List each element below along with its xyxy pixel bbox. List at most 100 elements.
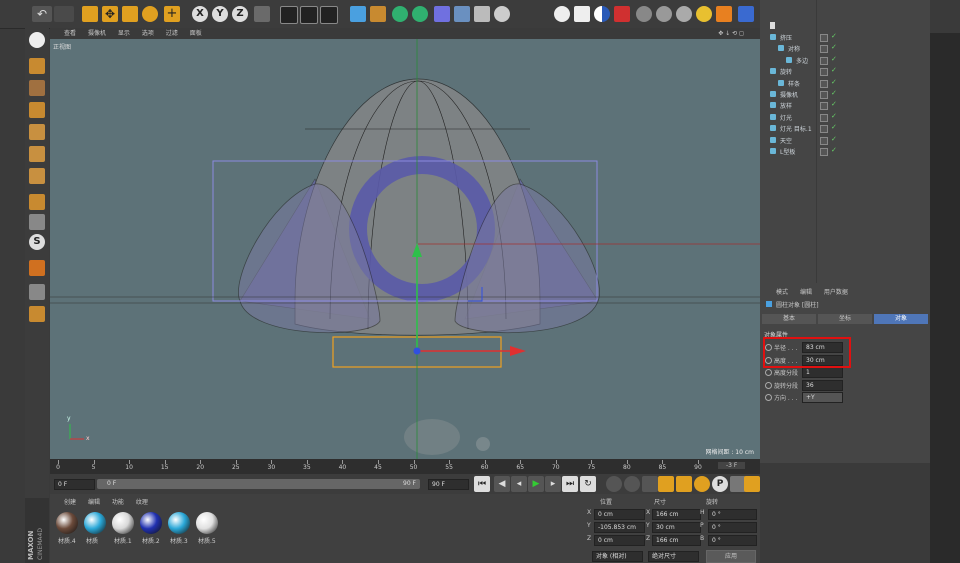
bulb-icon[interactable]: [716, 6, 732, 22]
apply-button[interactable]: 应用: [706, 550, 756, 563]
edges-mode-icon[interactable]: [29, 146, 45, 162]
param-radio-icon[interactable]: [765, 381, 772, 389]
axis-mode-icon[interactable]: [29, 194, 45, 210]
param-radio-icon[interactable]: [765, 369, 772, 376]
key-move-icon[interactable]: [658, 476, 674, 492]
object-item-label[interactable]: 对称: [788, 44, 800, 53]
rotate-icon[interactable]: [142, 6, 158, 22]
attr-menu-mode[interactable]: 模式: [776, 289, 788, 296]
record-icon[interactable]: [606, 476, 622, 492]
viewport-menu-options[interactable]: 选项: [142, 30, 154, 37]
viewport-menu-camera[interactable]: 摄像机: [88, 30, 106, 37]
autokey-icon[interactable]: [624, 476, 640, 492]
add-icon[interactable]: +: [164, 6, 180, 22]
viewport-menu-filter[interactable]: 过滤: [166, 30, 178, 37]
object-item-label[interactable]: 天空: [780, 136, 792, 145]
render-picture-icon[interactable]: [300, 6, 318, 24]
enabled-check-icon[interactable]: ✓: [831, 123, 837, 131]
viewport-menu-display[interactable]: 显示: [118, 30, 130, 37]
tab-object[interactable]: 对象: [874, 314, 928, 324]
key-param-icon[interactable]: P: [712, 476, 728, 492]
polygons-mode-icon[interactable]: [29, 168, 45, 184]
viewport-menu-view[interactable]: 查看: [64, 30, 76, 37]
coord-rot-field[interactable]: 0 °: [708, 535, 757, 546]
enabled-check-icon[interactable]: ✓: [831, 78, 837, 86]
pen-icon[interactable]: [370, 6, 386, 22]
tab-coord[interactable]: 坐标: [818, 314, 872, 324]
key-scale-icon[interactable]: [676, 476, 692, 492]
object-item-label[interactable]: 样条: [788, 79, 800, 88]
mat-menu-edit[interactable]: 编辑: [88, 499, 100, 506]
snap-icon[interactable]: S: [29, 234, 45, 250]
next-frame-icon[interactable]: ▸: [545, 476, 561, 492]
timeline-icon[interactable]: [744, 476, 760, 492]
visibility-toggle[interactable]: [820, 79, 828, 88]
sphere-3-icon[interactable]: [676, 6, 692, 22]
object-item-label[interactable]: 旋转: [780, 67, 792, 76]
play-icon[interactable]: ▶: [528, 476, 544, 492]
red-render-icon[interactable]: [614, 6, 630, 22]
cube-icon[interactable]: [350, 6, 366, 22]
object-item-label[interactable]: 灯光: [780, 113, 792, 122]
coord-size-field[interactable]: 166 cm: [652, 535, 701, 546]
goto-end-icon[interactable]: ⏭: [562, 476, 578, 492]
object-item-label[interactable]: 挤压: [780, 33, 792, 42]
prev-frame-icon[interactable]: ◂: [511, 476, 527, 492]
sphere-2-icon[interactable]: [656, 6, 672, 22]
scale-icon[interactable]: [122, 6, 138, 22]
param-value-field[interactable]: 1: [802, 367, 843, 378]
floor-icon[interactable]: [454, 6, 470, 22]
coord-rot-field[interactable]: 0 °: [708, 522, 757, 533]
enabled-check-icon[interactable]: ✓: [831, 43, 837, 51]
subdivision-icon[interactable]: [392, 6, 408, 22]
enabled-check-icon[interactable]: ✓: [831, 146, 837, 154]
sphere-icon[interactable]: [636, 6, 652, 22]
live-select-icon[interactable]: [82, 6, 98, 22]
light-icon[interactable]: [494, 6, 510, 22]
viewport-menu-panel[interactable]: 面板: [190, 30, 202, 37]
material-ball[interactable]: [84, 512, 106, 534]
deformer-icon[interactable]: [434, 6, 450, 22]
coord-pos-field[interactable]: 0 cm: [594, 509, 645, 520]
object-item-label[interactable]: 放样: [780, 101, 792, 110]
mat-menu-function[interactable]: 功能: [112, 499, 124, 506]
material-ball[interactable]: [168, 512, 190, 534]
grid-icon[interactable]: [29, 306, 45, 322]
frame-range-slider[interactable]: 0 F 90 F: [97, 479, 420, 489]
keyframe-icon[interactable]: [642, 476, 658, 492]
param-value-field[interactable]: 36: [802, 379, 843, 391]
y-axis-icon[interactable]: Y: [212, 6, 228, 22]
enabled-check-icon[interactable]: ✓: [831, 112, 837, 120]
render-settings-icon[interactable]: [320, 6, 338, 24]
mat-menu-texture[interactable]: 纹理: [136, 499, 148, 506]
param-radio-icon[interactable]: [765, 394, 772, 401]
enabled-check-icon[interactable]: ✓: [831, 100, 837, 108]
visibility-toggle[interactable]: [820, 113, 828, 122]
coord-size-select[interactable]: 绝对尺寸: [648, 551, 699, 562]
enabled-check-icon[interactable]: ✓: [831, 135, 837, 143]
visibility-toggle[interactable]: [820, 91, 828, 99]
contrast-icon[interactable]: [594, 6, 610, 22]
display-icon[interactable]: [574, 6, 590, 22]
visibility-toggle[interactable]: [820, 45, 828, 54]
start-frame-field[interactable]: 0 F: [54, 479, 95, 490]
coord-pos-field[interactable]: -105.853 cm: [594, 522, 645, 533]
material-ball[interactable]: [56, 512, 78, 534]
tab-basic[interactable]: 基本: [762, 314, 816, 324]
magnet-icon[interactable]: [29, 260, 45, 276]
object-item-label[interactable]: L型板: [780, 147, 795, 156]
coord-mode-select[interactable]: 对象 (相对): [592, 551, 643, 562]
undo-icon[interactable]: ↶: [32, 6, 52, 22]
enabled-check-icon[interactable]: ✓: [831, 66, 837, 74]
visibility-toggle[interactable]: [820, 125, 828, 134]
visibility-toggle[interactable]: [820, 148, 828, 156]
enabled-check-icon[interactable]: ✓: [831, 89, 837, 97]
material-ball[interactable]: [196, 512, 218, 534]
end-frame-field[interactable]: 90 F: [428, 479, 469, 490]
visibility-toggle[interactable]: [820, 68, 828, 77]
download-icon[interactable]: [738, 6, 754, 22]
texture-mode-icon[interactable]: [29, 80, 45, 96]
attr-menu-edit[interactable]: 编辑: [800, 289, 812, 296]
goto-start-icon[interactable]: ⏮: [474, 476, 490, 492]
param-value-field[interactable]: +Y: [802, 392, 843, 403]
